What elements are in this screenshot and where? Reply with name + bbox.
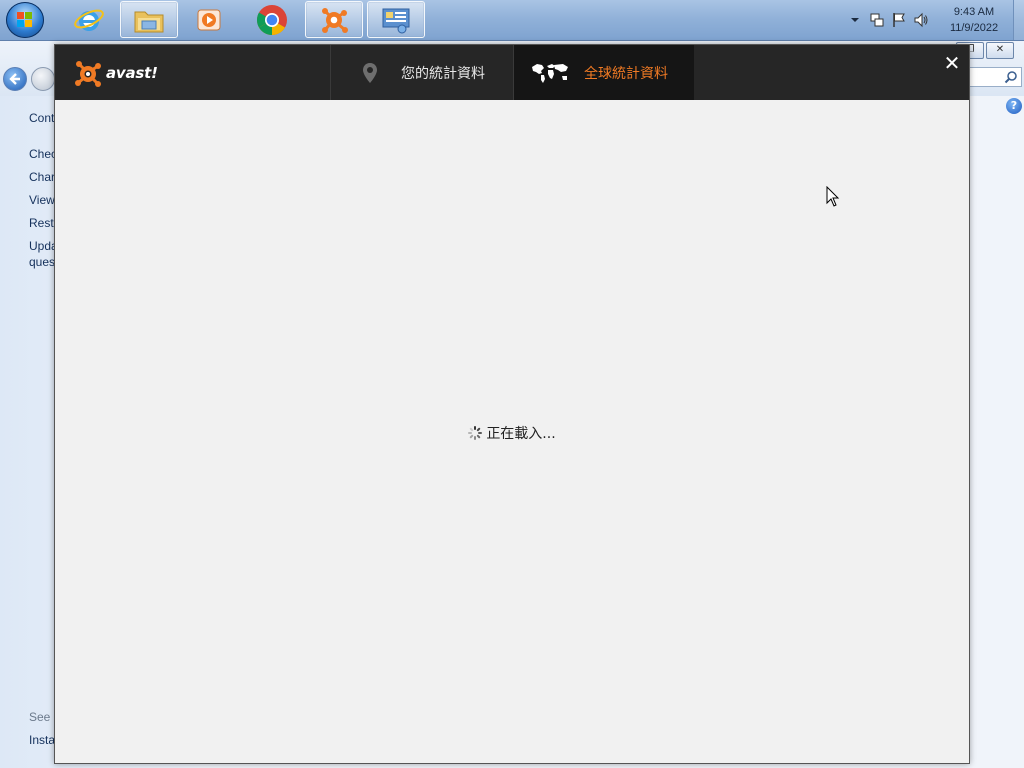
taskbar-chrome-button[interactable] <box>243 1 301 38</box>
folder-icon <box>134 11 164 32</box>
sidebar-link[interactable]: Cont <box>29 111 54 125</box>
back-button[interactable] <box>3 67 27 91</box>
map-pin-icon <box>359 62 381 84</box>
start-button[interactable] <box>6 2 44 38</box>
sidebar-link[interactable]: View <box>29 193 55 207</box>
avast-logo-icon <box>75 61 101 87</box>
tab-your-statistics-label: 您的統計資料 <box>401 65 485 82</box>
volume-icon[interactable] <box>913 12 929 28</box>
world-map-icon <box>530 62 570 84</box>
help-icon[interactable]: ? <box>1006 98 1022 114</box>
internet-explorer-icon <box>74 9 104 31</box>
avast-header: avast! 您的統計資料 全球統計資料 ✕ <box>55 45 969 100</box>
loading-text: 正在載入... <box>486 426 556 442</box>
clock[interactable]: 9:43 AM 11/9/2022 <box>938 4 1010 36</box>
taskbar-avast-button[interactable] <box>305 1 363 38</box>
loading-spinner-icon <box>468 426 483 440</box>
sidebar-link[interactable]: Char <box>29 170 55 184</box>
action-center-flag-icon[interactable] <box>891 12 907 28</box>
taskbar: 9:43 AM 11/9/2022 <box>0 0 1024 41</box>
mouse-cursor-icon <box>826 186 840 207</box>
system-tray: 9:43 AM 11/9/2022 <box>844 0 1024 40</box>
close-icon[interactable]: ✕ <box>941 53 963 75</box>
tab-global-statistics-label: 全球統計資料 <box>584 65 668 82</box>
show-hidden-icons-icon[interactable] <box>847 12 863 28</box>
tab-your-statistics[interactable]: 您的統計資料 <box>330 45 514 100</box>
avast-statistics-window: avast! 您的統計資料 全球統計資料 ✕ 正在載入... <box>54 44 970 764</box>
sidebar-link[interactable]: Chec <box>29 147 57 161</box>
avast-logo-text: avast! <box>106 64 158 82</box>
clock-time: 9:43 AM <box>953 6 995 18</box>
taskbar-media-button[interactable] <box>180 1 238 38</box>
avast-logo: avast! <box>73 59 158 87</box>
chrome-icon <box>256 4 287 35</box>
sidebar-link[interactable]: Insta <box>29 733 55 747</box>
taskbar-ie-button[interactable] <box>60 1 118 38</box>
show-desktop-button[interactable] <box>1013 0 1024 40</box>
control-panel-icon <box>382 8 410 33</box>
windows-flag-icon <box>17 12 33 28</box>
back-arrow-icon <box>9 73 20 85</box>
avast-icon <box>322 7 348 33</box>
search-input[interactable] <box>968 67 1022 87</box>
close-button[interactable]: ✕ <box>986 42 1014 59</box>
search-icon <box>1004 71 1017 84</box>
clock-date: 11/9/2022 <box>949 22 999 34</box>
network-icon[interactable] <box>869 12 885 28</box>
sidebar-link[interactable]: ques <box>29 255 55 269</box>
taskbar-control-panel-button[interactable] <box>367 1 425 38</box>
taskbar-explorer-button[interactable] <box>120 1 178 38</box>
media-player-icon <box>197 9 221 30</box>
tab-global-statistics[interactable]: 全球統計資料 <box>514 45 694 100</box>
forward-button[interactable] <box>31 67 55 91</box>
loading-indicator: 正在載入... <box>55 423 969 443</box>
